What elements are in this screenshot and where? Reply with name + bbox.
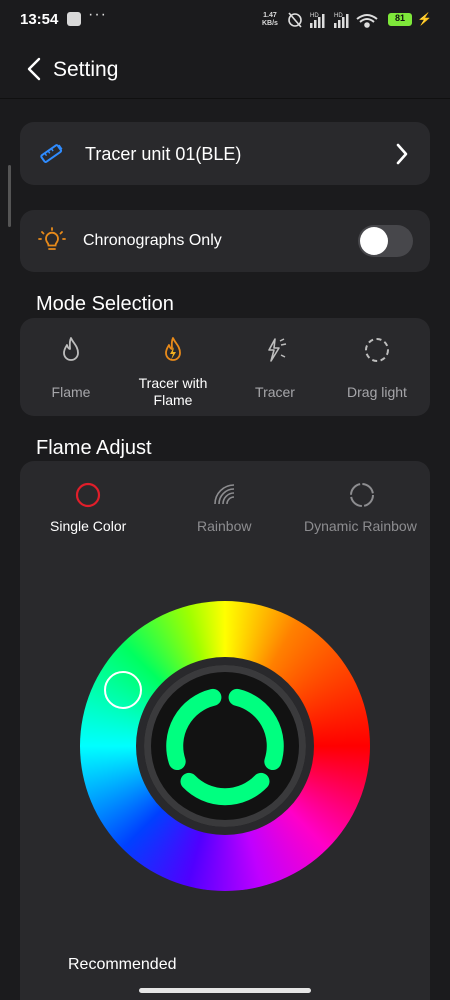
dynamic-rainbow-icon bbox=[350, 483, 374, 507]
recommended-label: Recommended bbox=[68, 956, 177, 973]
status-bar: 13:54 ··· 1.47 KB/s HD HD 81 ⚡ bbox=[0, 0, 450, 40]
mode-tracer-with-flame-label: Tracer with Flame bbox=[138, 375, 208, 408]
flame-adjust-title: Flame Adjust bbox=[36, 437, 152, 459]
battery-icon: 81 bbox=[388, 13, 412, 26]
mode-drag-light-label: Drag light bbox=[347, 384, 407, 400]
flame-icon bbox=[63, 337, 79, 361]
single-color-label: Single Color bbox=[50, 518, 127, 534]
alarm-off-icon bbox=[288, 12, 302, 28]
status-time: 13:54 bbox=[20, 11, 59, 28]
mode-tracer-label: Tracer bbox=[255, 384, 295, 400]
dynamic-rainbow-label: Dynamic Rainbow bbox=[304, 518, 417, 534]
color-picker-handle[interactable] bbox=[104, 671, 142, 709]
more-notifications-icon: ··· bbox=[88, 6, 107, 23]
mode-drag-light[interactable]: Drag light bbox=[326, 318, 428, 416]
option-rainbow[interactable]: Rainbow bbox=[188, 461, 262, 541]
chronograph-row: Chronographs Only bbox=[20, 210, 430, 272]
single-color-icon bbox=[75, 482, 101, 508]
mode-flame[interactable]: Flame bbox=[20, 318, 122, 416]
network-speed: 1.47 KB/s bbox=[262, 12, 278, 27]
selected-color-preview-icon bbox=[166, 688, 284, 806]
device-name: Tracer unit 01(BLE) bbox=[85, 144, 242, 164]
scroll-indicator bbox=[8, 165, 11, 227]
app-header: Setting bbox=[0, 40, 450, 99]
chronograph-label: Chronographs Only bbox=[83, 232, 222, 249]
tracer-unit-icon bbox=[40, 144, 63, 163]
charging-icon: ⚡ bbox=[417, 12, 432, 26]
back-arrow-icon[interactable] bbox=[26, 57, 42, 81]
page-title: Setting bbox=[53, 58, 119, 81]
tracer-flame-icon bbox=[165, 337, 181, 361]
tracer-icon bbox=[268, 338, 287, 362]
chevron-right-icon bbox=[396, 143, 408, 165]
hd2-label: HD bbox=[334, 13, 343, 19]
mode-tracer-with-flame[interactable]: Tracer with Flame bbox=[122, 318, 224, 416]
lightbulb-icon bbox=[38, 227, 66, 250]
toggle-knob bbox=[360, 227, 388, 255]
status-icons: HD HD bbox=[288, 12, 378, 28]
mode-flame-label: Flame bbox=[51, 384, 91, 400]
wifi-icon bbox=[356, 14, 378, 28]
chronograph-toggle[interactable] bbox=[358, 225, 413, 257]
mode-selection-panel: Flame Tracer with Flame Tracer Drag ligh… bbox=[20, 318, 430, 416]
color-wheel[interactable] bbox=[80, 601, 370, 891]
hd1-label: HD bbox=[310, 13, 319, 19]
rainbow-label: Rainbow bbox=[197, 518, 252, 534]
mode-tracer[interactable]: Tracer bbox=[224, 318, 326, 416]
rainbow-icon bbox=[214, 484, 235, 505]
drag-light-icon bbox=[365, 338, 389, 362]
gesture-bar bbox=[139, 988, 311, 993]
option-single-color[interactable]: Single Color bbox=[48, 461, 128, 541]
mode-selection-title: Mode Selection bbox=[36, 293, 174, 315]
device-row[interactable]: Tracer unit 01(BLE) bbox=[20, 122, 430, 185]
option-dynamic-rainbow[interactable]: Dynamic Rainbow bbox=[304, 461, 424, 541]
wrench-icon bbox=[67, 12, 81, 26]
